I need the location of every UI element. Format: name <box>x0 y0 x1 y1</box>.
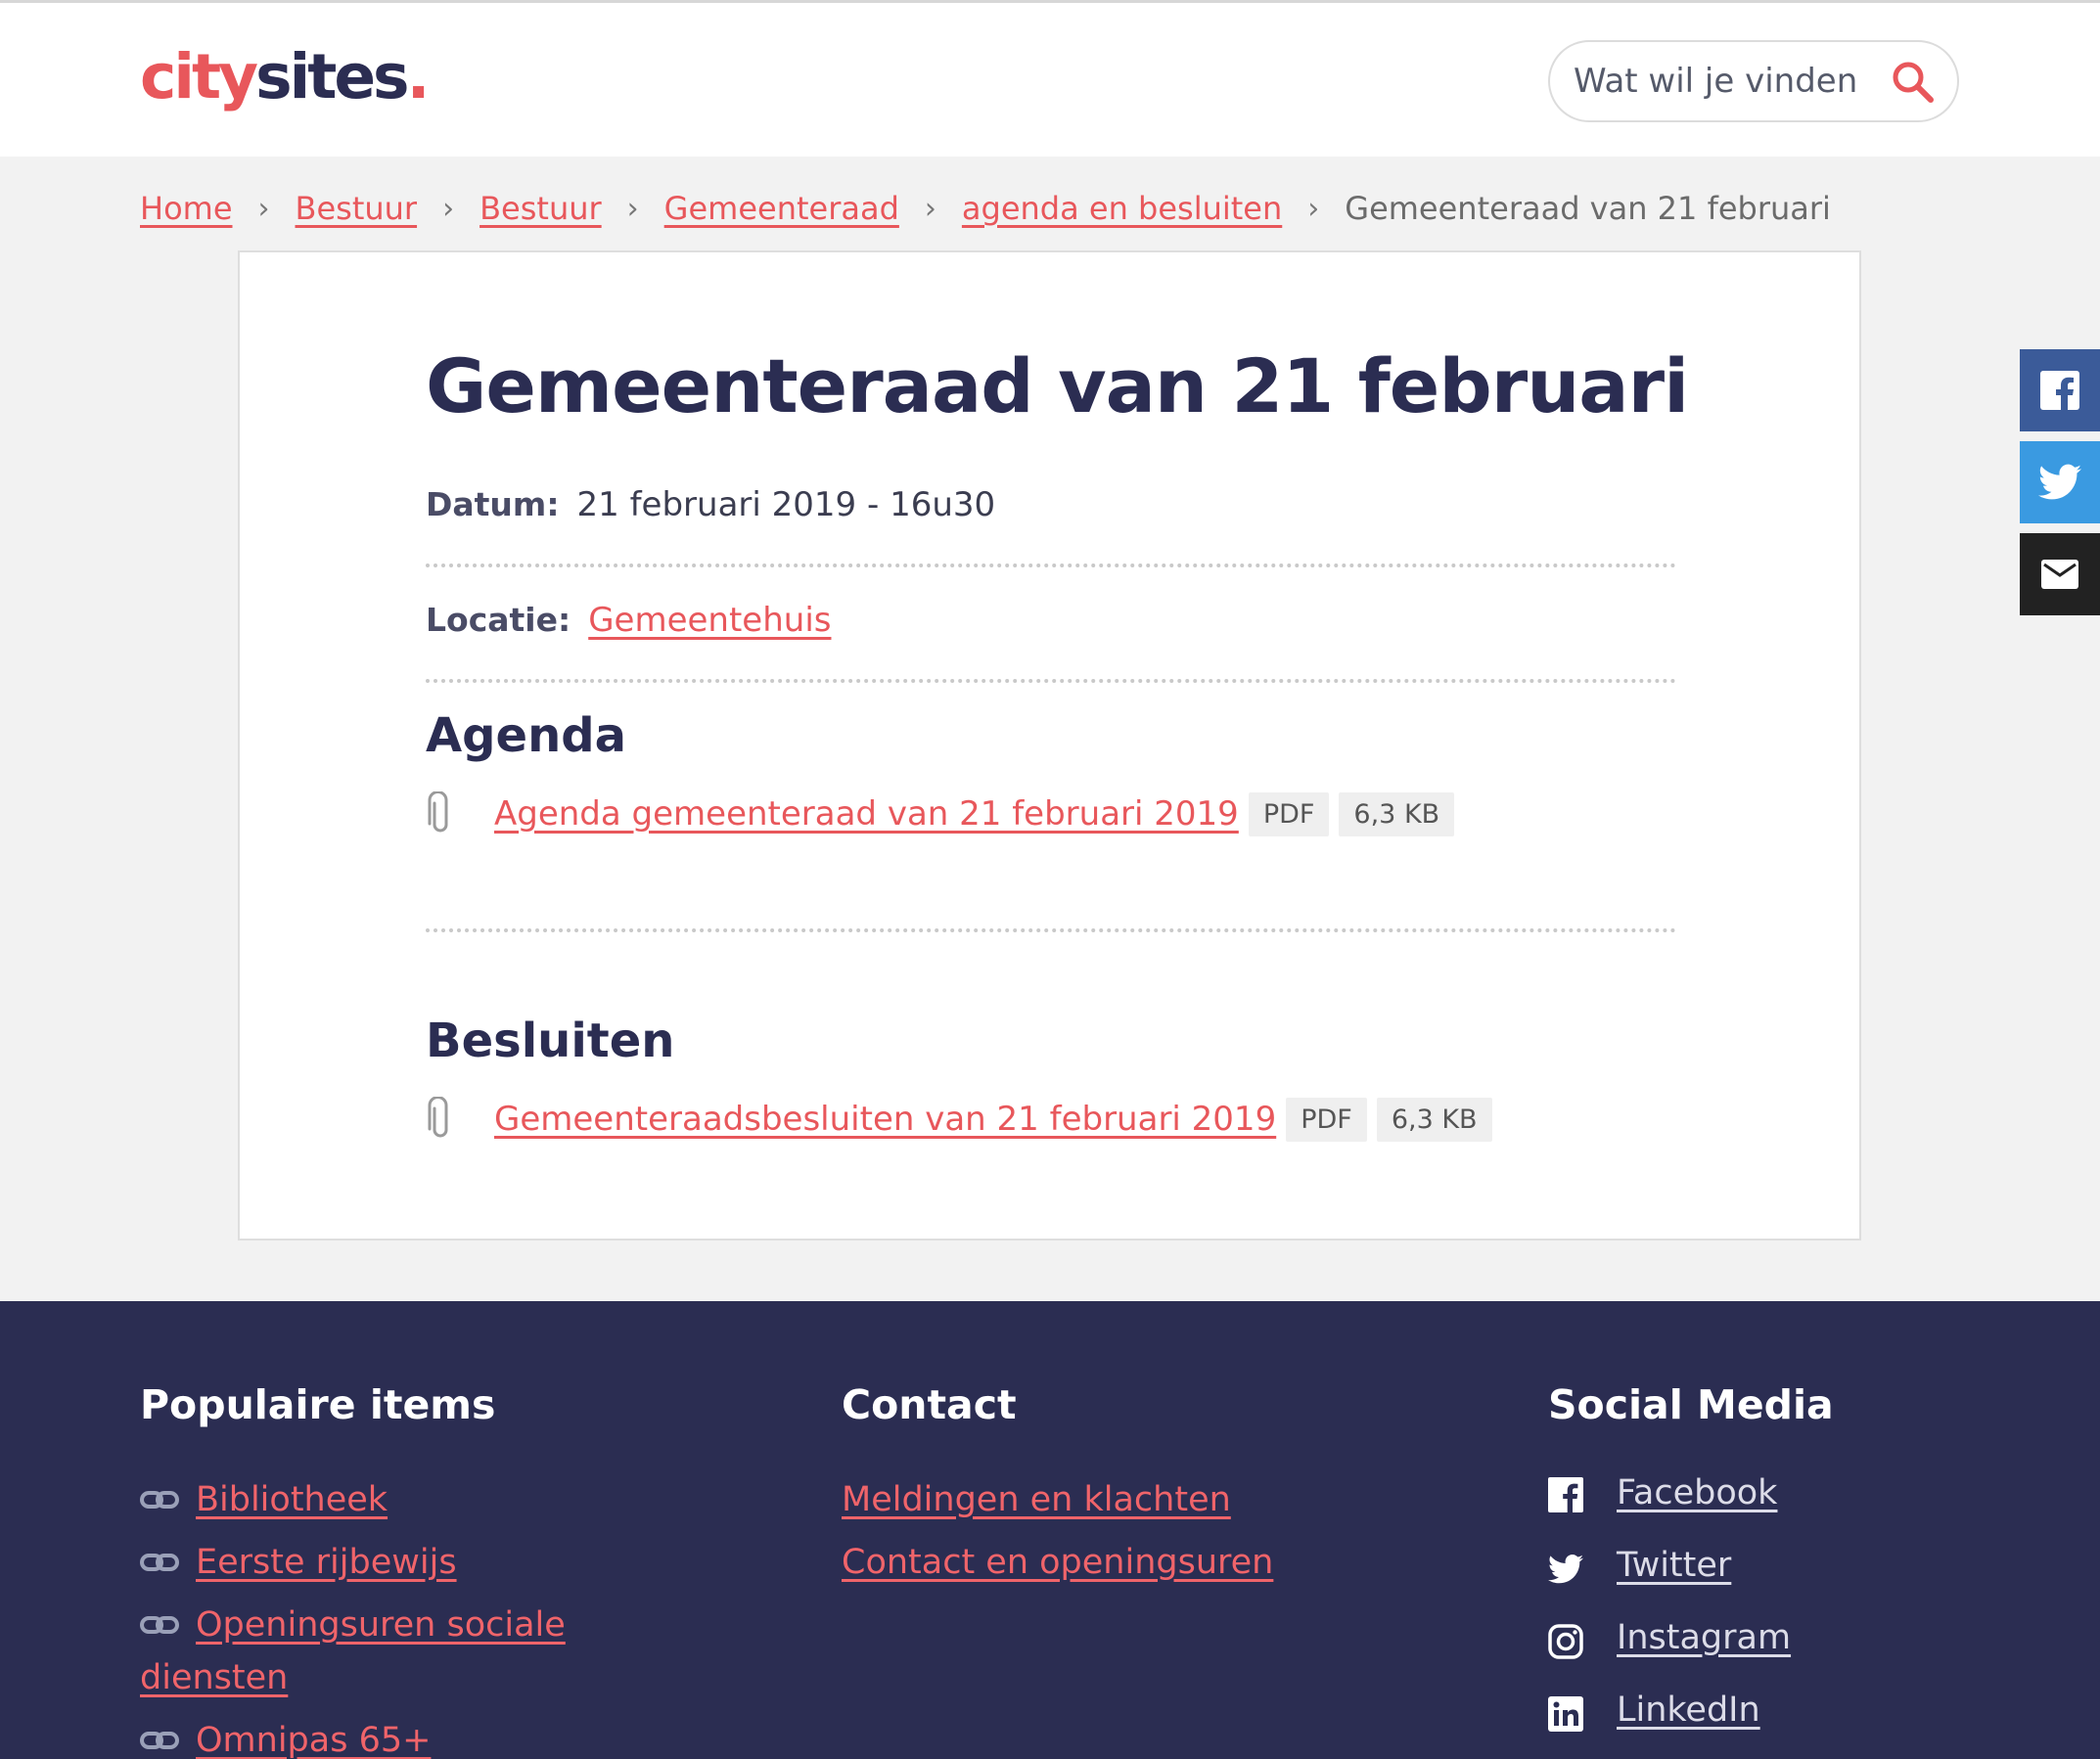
location-link[interactable]: Gemeentehuis <box>588 601 831 640</box>
file-type-badge: PDF <box>1248 791 1330 836</box>
site-footer: Populaire items Bibliotheek Eerste rijbe… <box>0 1301 2100 1759</box>
agenda-file-link[interactable]: Agenda gemeenteraad van 21 februari 2019 <box>494 794 1239 834</box>
paperclip-icon <box>428 1097 448 1138</box>
breadcrumb-bestuur[interactable]: Bestuur <box>296 190 418 227</box>
footer-link-rijbewijs[interactable]: Eerste rijbewijs <box>196 1536 457 1589</box>
footer-social-linkedin[interactable]: LinkedIn <box>1617 1691 1760 1730</box>
breadcrumb-separator: › <box>626 191 639 226</box>
link-icon <box>140 1732 179 1749</box>
besluiten-file: Gemeenteraadsbesluiten van 21 februari 2… <box>426 1095 1492 1144</box>
search-input[interactable] <box>1574 58 1877 105</box>
date-value: 21 februari 2019 - 16u30 <box>576 485 996 524</box>
share-twitter-button[interactable] <box>2020 441 2100 523</box>
breadcrumb-bestuur-2[interactable]: Bestuur <box>479 190 602 227</box>
date-label: Datum: <box>426 485 560 523</box>
breadcrumb-separator: › <box>442 191 455 226</box>
footer-social-twitter[interactable]: Twitter <box>1617 1546 1731 1585</box>
file-size-badge: 6,3 KB <box>1376 1097 1492 1142</box>
divider <box>426 564 1676 567</box>
divider <box>426 928 1676 932</box>
search-icon[interactable] <box>1889 58 1938 107</box>
footer-link-openingsuren-sociale-diensten[interactable]: Openingsuren sociale diensten <box>140 1599 571 1704</box>
page-title: Gemeenteraad van 21 februari <box>426 342 1689 429</box>
breadcrumb-current: Gemeenteraad van 21 februari <box>1345 190 1831 227</box>
breadcrumb-separator: › <box>1307 191 1320 226</box>
content-card: Gemeenteraad van 21 februari Datum: 21 f… <box>238 250 1861 1240</box>
agenda-heading: Agenda <box>426 708 626 763</box>
facebook-icon <box>1548 1477 1583 1512</box>
agenda-file: Agenda gemeenteraad van 21 februari 2019… <box>426 789 1455 838</box>
footer-link-meldingen[interactable]: Meldingen en klachten <box>842 1473 1231 1526</box>
contact-heading: Contact <box>842 1381 1017 1428</box>
footer-social-facebook[interactable]: Facebook <box>1617 1473 1777 1512</box>
breadcrumb-gemeenteraad[interactable]: Gemeenteraad <box>664 190 899 227</box>
breadcrumb: Home › Bestuur › Bestuur › Gemeenteraad … <box>140 184 1831 233</box>
instagram-icon <box>1548 1624 1583 1659</box>
twitter-icon <box>1548 1555 1583 1584</box>
mail-icon <box>2041 560 2078 589</box>
breadcrumb-agenda-besluiten[interactable]: agenda en besluiten <box>962 190 1282 227</box>
file-type-badge: PDF <box>1286 1097 1367 1142</box>
location-row: Locatie: Gemeentehuis <box>426 601 831 640</box>
facebook-icon <box>2040 371 2079 410</box>
citysites-logo[interactable]: citysites. <box>140 36 430 118</box>
footer-link-omnipas[interactable]: Omnipas 65+ <box>196 1714 431 1759</box>
social-heading: Social Media <box>1548 1381 1834 1428</box>
link-icon <box>140 1491 179 1509</box>
divider <box>426 679 1676 683</box>
share-mail-button[interactable] <box>2020 533 2100 615</box>
date-row: Datum: 21 februari 2019 - 16u30 <box>426 485 995 524</box>
location-label: Locatie: <box>426 601 571 639</box>
footer-link-contact-openingsuren[interactable]: Contact en openingsuren <box>842 1536 1273 1589</box>
link-icon <box>140 1554 179 1571</box>
breadcrumb-separator: › <box>924 191 936 226</box>
breadcrumb-separator: › <box>257 191 270 226</box>
search-box <box>1548 40 1959 122</box>
share-facebook-button[interactable] <box>2020 349 2100 431</box>
twitter-icon <box>2038 464 2081 500</box>
footer-social-instagram[interactable]: Instagram <box>1617 1618 1791 1657</box>
popular-heading: Populaire items <box>140 1381 496 1428</box>
breadcrumb-home[interactable]: Home <box>140 190 233 227</box>
file-size-badge: 6,3 KB <box>1339 791 1455 836</box>
linkedin-icon <box>1548 1696 1583 1732</box>
site-header: citysites. <box>0 3 2100 157</box>
paperclip-icon <box>428 791 448 833</box>
footer-link-bibliotheek[interactable]: Bibliotheek <box>196 1473 388 1526</box>
besluiten-file-link[interactable]: Gemeenteraadsbesluiten van 21 februari 2… <box>494 1100 1276 1139</box>
besluiten-heading: Besluiten <box>426 1014 675 1068</box>
